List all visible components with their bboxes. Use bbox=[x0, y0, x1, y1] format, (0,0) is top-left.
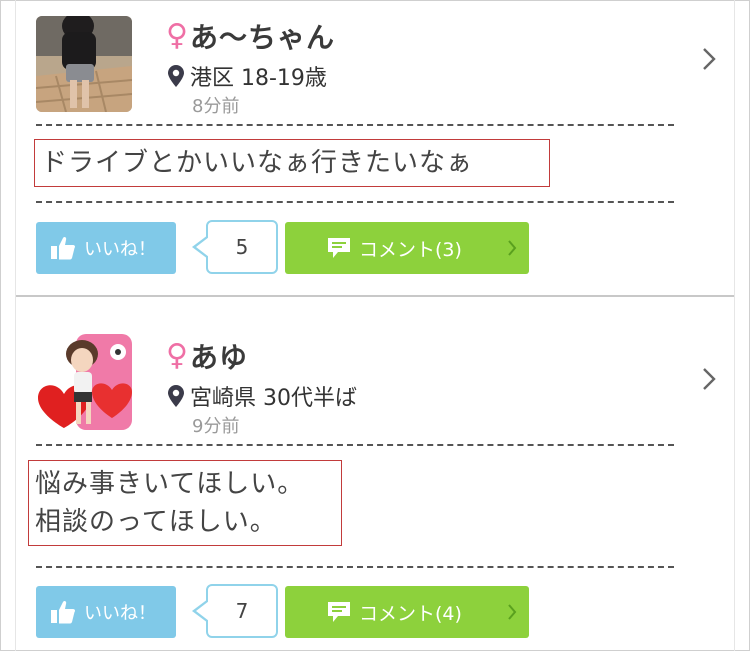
like-count: 5 bbox=[235, 235, 249, 259]
post-separator bbox=[16, 295, 734, 297]
thumbs-up-icon bbox=[51, 236, 75, 260]
comment-icon bbox=[328, 238, 350, 258]
comment-button[interactable]: コメント(4) bbox=[285, 586, 529, 638]
divider bbox=[36, 444, 674, 446]
right-border bbox=[734, 0, 735, 651]
message-line: ドライブとかいいなぁ行きたいなぁ bbox=[41, 148, 474, 178]
location-pin-icon bbox=[168, 65, 184, 87]
message-line: 相談のってほしい。 bbox=[35, 507, 277, 537]
avatar[interactable] bbox=[36, 16, 132, 112]
divider bbox=[36, 124, 674, 126]
location-row: 港区 18-19歳 bbox=[168, 60, 327, 92]
chevron-right-icon bbox=[508, 604, 517, 620]
user-name-row[interactable]: ♀ あ〜ちゃん bbox=[166, 16, 335, 56]
user-name[interactable]: あゆ bbox=[190, 336, 248, 376]
divider bbox=[36, 566, 674, 568]
location-text: 港区 18-19歳 bbox=[190, 66, 327, 91]
post-message: 悩み事きいてほしい。 相談のってほしい。 bbox=[28, 460, 342, 546]
location-pin-icon bbox=[168, 385, 184, 407]
female-icon: ♀ bbox=[166, 18, 188, 53]
post-time: 9分前 bbox=[192, 416, 240, 437]
comment-label: コメント(3) bbox=[359, 238, 462, 261]
comment-label: コメント(4) bbox=[359, 602, 462, 625]
avatar[interactable] bbox=[36, 334, 132, 430]
like-label: いいね！ bbox=[84, 239, 156, 260]
female-icon: ♀ bbox=[166, 338, 188, 373]
location-text: 宮崎県 30代半ば bbox=[190, 386, 357, 411]
message-line: 悩み事きいてほしい。 bbox=[35, 469, 305, 499]
like-button[interactable]: いいね！ bbox=[36, 586, 176, 638]
chevron-right-icon[interactable] bbox=[700, 366, 718, 392]
post-card: ♀ あゆ 宮崎県 30代半ば 9分前 悩み事きいてほしい。 相談のってほしい。 … bbox=[16, 298, 734, 651]
chevron-right-icon bbox=[508, 240, 517, 256]
user-name-row[interactable]: ♀ あゆ bbox=[166, 336, 248, 376]
comment-icon bbox=[328, 602, 350, 622]
thumbs-up-icon bbox=[51, 600, 75, 624]
like-count-bubble: 7 bbox=[192, 584, 278, 638]
location-row: 宮崎県 30代半ば bbox=[168, 380, 357, 412]
post-time: 8分前 bbox=[192, 96, 240, 117]
user-name[interactable]: あ〜ちゃん bbox=[190, 16, 335, 56]
chevron-right-icon[interactable] bbox=[700, 46, 718, 72]
post-card: ♀ あ〜ちゃん 港区 18-19歳 8分前 ドライブとかいいなぁ行きたいなぁ い… bbox=[16, 0, 734, 296]
like-label: いいね！ bbox=[84, 603, 156, 624]
like-button[interactable]: いいね！ bbox=[36, 222, 176, 274]
divider bbox=[36, 201, 674, 203]
like-count: 7 bbox=[235, 599, 249, 623]
comment-button[interactable]: コメント(3) bbox=[285, 222, 529, 274]
post-message: ドライブとかいいなぁ行きたいなぁ bbox=[34, 139, 550, 187]
like-count-bubble: 5 bbox=[192, 220, 278, 274]
